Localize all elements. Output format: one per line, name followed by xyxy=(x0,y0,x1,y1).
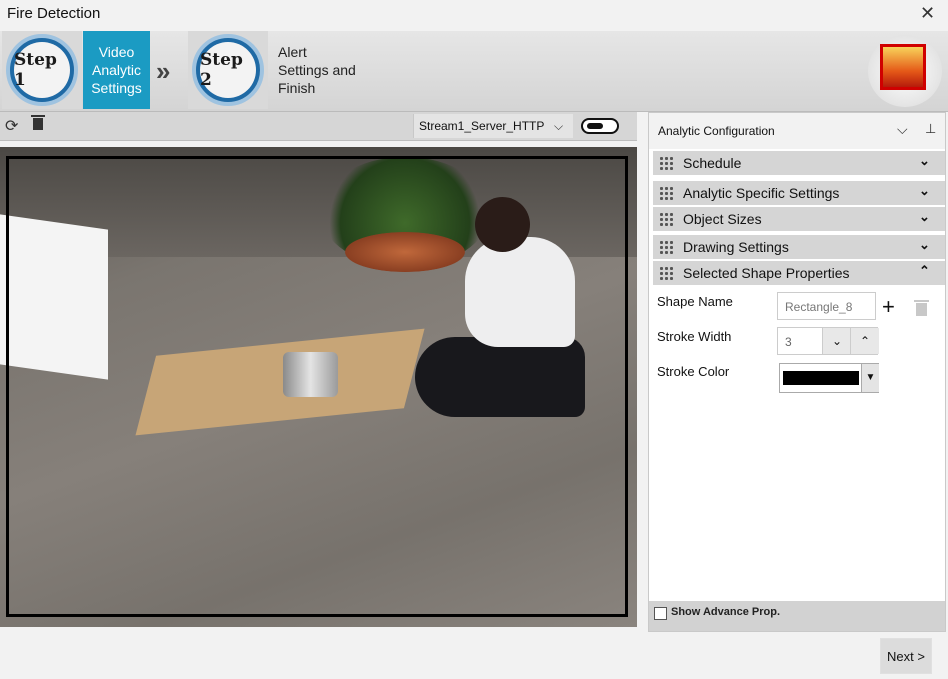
video-toolbar: ⟳ Stream1_Server_HTTP ⌵ xyxy=(0,112,637,141)
increment-button[interactable]: ⌃ xyxy=(850,328,879,354)
step-1-text: Step 1 xyxy=(14,42,70,98)
wizard-steps: Step 1 Video Analytic Settings » Step 2 … xyxy=(0,31,948,112)
section-drawing-settings[interactable]: Drawing Settings ⌄ xyxy=(653,235,945,259)
grip-icon xyxy=(659,212,673,226)
shape-name-input[interactable]: Rectangle_8 xyxy=(777,292,876,320)
section-object-sizes[interactable]: Object Sizes ⌄ xyxy=(653,207,945,231)
stroke-color-picker[interactable]: ▼ xyxy=(779,363,879,393)
stream-toggle[interactable] xyxy=(581,118,619,134)
stroke-width-stepper[interactable]: 3 ⌄ ⌃ xyxy=(777,327,879,355)
panel-footer: Show Advance Prop. xyxy=(649,601,945,631)
grip-icon xyxy=(659,156,673,170)
step-2-circle: Step 2 xyxy=(192,34,264,106)
chevron-down-icon: ⌄ xyxy=(919,183,930,198)
chevron-down-icon: ⌵ xyxy=(554,119,564,133)
title-bar: Fire Detection ✕ xyxy=(0,0,948,31)
color-swatch xyxy=(783,371,859,385)
advance-prop-label[interactable]: Show Advance Prop. xyxy=(671,606,780,618)
grip-icon xyxy=(659,186,673,200)
step-1-label[interactable]: Video Analytic Settings xyxy=(83,31,150,109)
stroke-width-label: Stroke Width xyxy=(657,329,732,344)
trash-icon[interactable] xyxy=(31,115,45,130)
drawn-rectangle-shape[interactable] xyxy=(6,156,628,617)
section-label: Selected Shape Properties xyxy=(683,265,850,281)
grip-icon xyxy=(659,240,673,254)
section-label: Drawing Settings xyxy=(683,239,789,255)
section-label: Object Sizes xyxy=(683,211,762,227)
step-2-label[interactable]: Alert Settings and Finish xyxy=(278,43,358,97)
chevron-down-icon: ⌄ xyxy=(919,153,930,168)
dropdown-arrow-icon[interactable]: ▼ xyxy=(861,364,879,392)
chevron-down-icon: ⌄ xyxy=(919,209,930,224)
panel-title: Analytic Configuration xyxy=(658,124,775,138)
section-schedule[interactable]: Schedule ⌄ xyxy=(653,151,945,175)
section-selected-shape-properties[interactable]: Selected Shape Properties ⌃ xyxy=(653,261,945,285)
analytic-config-panel: Analytic Configuration ⌵ ⊥ Schedule ⌄ An… xyxy=(648,112,946,632)
decrement-button[interactable]: ⌄ xyxy=(822,328,851,354)
stroke-width-value: 3 xyxy=(785,335,792,349)
fire-detection-logo xyxy=(868,35,942,107)
close-icon[interactable]: ✕ xyxy=(920,3,935,24)
panel-header: Analytic Configuration ⌵ ⊥ xyxy=(649,113,945,149)
delete-shape-icon[interactable] xyxy=(914,300,929,316)
refresh-icon[interactable]: ⟳ xyxy=(5,116,18,136)
stream-select-value: Stream1_Server_HTTP xyxy=(419,119,545,133)
section-analytic-specific-settings[interactable]: Analytic Specific Settings ⌄ xyxy=(653,181,945,205)
chevron-down-icon[interactable]: ⌵ xyxy=(897,121,908,138)
section-label: Schedule xyxy=(683,155,742,171)
step-2-badge[interactable]: Step 2 xyxy=(188,31,268,109)
video-feed[interactable] xyxy=(0,147,637,627)
chevron-up-icon: ⌃ xyxy=(919,263,930,278)
next-button[interactable]: Next > xyxy=(880,638,932,674)
chevron-down-icon: ⌄ xyxy=(919,237,930,252)
stroke-color-label: Stroke Color xyxy=(657,364,730,379)
stream-select[interactable]: Stream1_Server_HTTP ⌵ xyxy=(413,114,573,138)
step-1-badge[interactable]: Step 1 xyxy=(2,31,82,109)
add-shape-icon[interactable]: + xyxy=(882,296,895,318)
fire-icon xyxy=(880,44,926,90)
step-2-text: Step 2 xyxy=(200,42,256,98)
shape-name-label: Shape Name xyxy=(657,294,733,309)
double-chevron-icon: » xyxy=(156,56,171,86)
toggle-knob xyxy=(587,123,603,129)
pin-icon[interactable]: ⊥ xyxy=(925,121,936,137)
grip-icon xyxy=(659,266,673,280)
section-label: Analytic Specific Settings xyxy=(683,185,840,201)
step-1-circle: Step 1 xyxy=(6,34,78,106)
window-title: Fire Detection xyxy=(7,5,101,22)
advance-prop-checkbox[interactable] xyxy=(654,607,667,620)
